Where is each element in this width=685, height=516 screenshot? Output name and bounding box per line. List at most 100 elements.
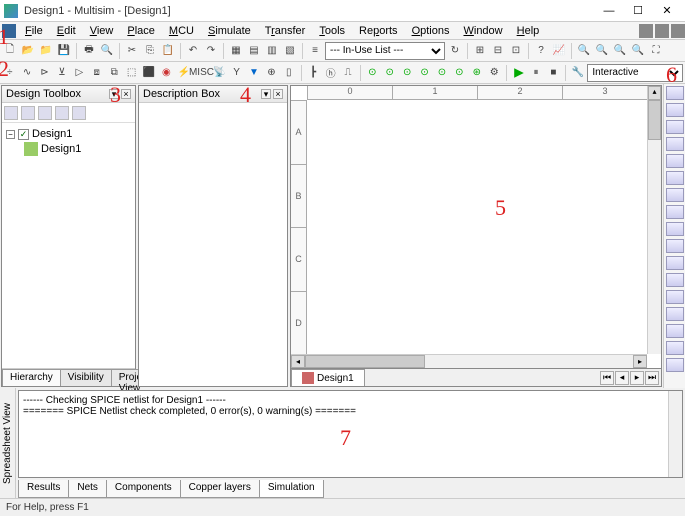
place-rf-icon[interactable]: 📡 [211, 65, 226, 81]
toggle3-icon[interactable]: ▥ [264, 43, 280, 59]
place-bus-icon[interactable]: ┣ [305, 65, 320, 81]
agilent-scope-icon[interactable] [666, 358, 684, 372]
print-preview-icon[interactable]: 🔍 [99, 43, 115, 59]
interactive-icon[interactable]: 🔧 [570, 65, 585, 81]
zoom-fit-icon[interactable]: 🔍 [630, 43, 646, 59]
open-sample-icon[interactable]: 📁 [38, 43, 54, 59]
menu-place[interactable]: Place [120, 23, 162, 39]
place-ttl-icon[interactable]: ⧈ [89, 65, 104, 81]
tab-hierarchy[interactable]: Hierarchy [2, 369, 61, 386]
menu-reports[interactable]: Reports [352, 23, 405, 39]
menu-simulate[interactable]: Simulate [201, 23, 258, 39]
tab-copper-layers[interactable]: Copper layers [180, 480, 260, 498]
zoom-in-icon[interactable]: 🔍 [576, 43, 592, 59]
paste-icon[interactable]: 📋 [160, 43, 176, 59]
panel-close-icon[interactable]: × [121, 89, 131, 99]
menu-options[interactable]: Options [405, 23, 457, 39]
stop-button[interactable]: ■ [546, 65, 561, 81]
help-icon[interactable]: ? [533, 43, 549, 59]
new-file-icon[interactable]: 🗋 [2, 43, 18, 59]
panel-close-icon[interactable]: × [273, 89, 283, 99]
refresh-icon[interactable]: ↻ [447, 43, 463, 59]
dt-save-icon[interactable] [38, 106, 52, 120]
place-source-icon[interactable]: ÷ [2, 65, 17, 81]
scroll-thumb[interactable] [648, 100, 661, 140]
dt-up-icon[interactable] [72, 106, 86, 120]
spectrum-analyzer-icon[interactable] [666, 290, 684, 304]
place-diode-icon[interactable]: ⊳ [37, 65, 52, 81]
tab-components[interactable]: Components [106, 480, 181, 498]
place-basic-icon[interactable]: ∿ [19, 65, 34, 81]
scroll-thumb[interactable] [305, 355, 425, 368]
network-analyzer-icon[interactable] [666, 307, 684, 321]
distortion-analyzer-icon[interactable] [666, 273, 684, 287]
maximize-button[interactable]: ☐ [624, 1, 652, 21]
place-electro-icon[interactable]: Y [229, 65, 244, 81]
zoom-area-icon[interactable]: 🔍 [612, 43, 628, 59]
horizontal-scrollbar[interactable]: ◂ ▸ [291, 354, 647, 368]
menu-window[interactable]: Window [456, 23, 509, 39]
logic-converter-icon[interactable] [666, 239, 684, 253]
tab-nav-next-icon[interactable]: ▸ [630, 371, 644, 385]
mdi-minimize-icon[interactable] [639, 24, 653, 38]
four-channel-scope-icon[interactable] [666, 154, 684, 168]
mdi-close-icon[interactable] [671, 24, 685, 38]
pause-button[interactable]: ⏸ [528, 65, 543, 81]
frequency-counter-icon[interactable] [666, 188, 684, 202]
menu-view[interactable]: View [83, 23, 121, 39]
probe7-icon[interactable]: ⊛ [469, 65, 484, 81]
copy-icon[interactable]: ⎘ [142, 43, 158, 59]
probe4-icon[interactable]: ⊙ [417, 65, 432, 81]
place-connector-icon[interactable]: ⊕ [264, 65, 279, 81]
menu-mcu[interactable]: MCU [162, 23, 201, 39]
run-button[interactable] [511, 65, 526, 81]
tree-collapse-icon[interactable]: − [6, 130, 15, 139]
menu-edit[interactable]: Edit [50, 23, 83, 39]
place-junction-icon[interactable]: ⎍ [340, 65, 355, 81]
place-indicator-icon[interactable]: ◉ [159, 65, 174, 81]
menu-tools[interactable]: Tools [312, 23, 352, 39]
tree-root-row[interactable]: − ✓ Design1 [6, 127, 131, 141]
probe3-icon[interactable]: ⊙ [399, 65, 414, 81]
tab-nets[interactable]: Nets [68, 480, 107, 498]
schematic-canvas[interactable]: 0 1 2 3 A B C D ▴ ◂ ▸ [290, 85, 662, 369]
comp1-icon[interactable]: ⊞ [472, 43, 488, 59]
bode-plotter-icon[interactable] [666, 171, 684, 185]
scroll-left-icon[interactable]: ◂ [291, 355, 305, 368]
comp2-icon[interactable]: ⊟ [490, 43, 506, 59]
open-file-icon[interactable]: 📂 [20, 43, 36, 59]
place-mcu-icon[interactable]: ▯ [281, 65, 296, 81]
agilent-fg-icon[interactable] [666, 324, 684, 338]
function-generator-icon[interactable] [666, 103, 684, 117]
word-generator-icon[interactable] [666, 205, 684, 219]
probe2-icon[interactable]: ⊙ [382, 65, 397, 81]
list-icon[interactable]: ≡ [307, 43, 323, 59]
menu-file[interactable]: File [18, 23, 50, 39]
tab-simulation[interactable]: Simulation [259, 480, 324, 498]
undo-icon[interactable]: ↶ [185, 43, 201, 59]
description-box-body[interactable] [139, 103, 287, 386]
spreadsheet-output[interactable]: ------ Checking SPICE netlist for Design… [18, 390, 683, 478]
zoom-out-icon[interactable]: 🔍 [594, 43, 610, 59]
tree-checkbox[interactable]: ✓ [18, 129, 29, 140]
place-analog-icon[interactable]: ▷ [72, 65, 87, 81]
tab-nav-last-icon[interactable]: ⏭ [645, 371, 659, 385]
cut-icon[interactable]: ✂ [124, 43, 140, 59]
scroll-up-icon[interactable]: ▴ [648, 86, 661, 100]
multimeter-icon[interactable] [666, 86, 684, 100]
fullscreen-icon[interactable]: ⛶ [648, 43, 664, 59]
panel-dropdown-icon[interactable]: ▾ [109, 89, 119, 99]
toggle1-icon[interactable]: ▦ [228, 43, 244, 59]
place-hier-icon[interactable]: ⓗ [323, 65, 338, 81]
tab-nav-first-icon[interactable]: ⏮ [600, 371, 614, 385]
place-transistor-icon[interactable]: ⊻ [54, 65, 69, 81]
probe1-icon[interactable]: ⊙ [365, 65, 380, 81]
probe-settings-icon[interactable]: ⚙ [486, 65, 501, 81]
probe5-icon[interactable]: ⊙ [434, 65, 449, 81]
menu-transfer[interactable]: Transfer [258, 23, 313, 39]
minimize-button[interactable]: — [595, 1, 623, 21]
tree-child-row[interactable]: Design1 [6, 141, 131, 157]
tab-results[interactable]: Results [18, 480, 69, 498]
place-mixed-icon[interactable]: ⬛ [141, 65, 156, 81]
place-misc-icon[interactable]: ⬚ [124, 65, 139, 81]
